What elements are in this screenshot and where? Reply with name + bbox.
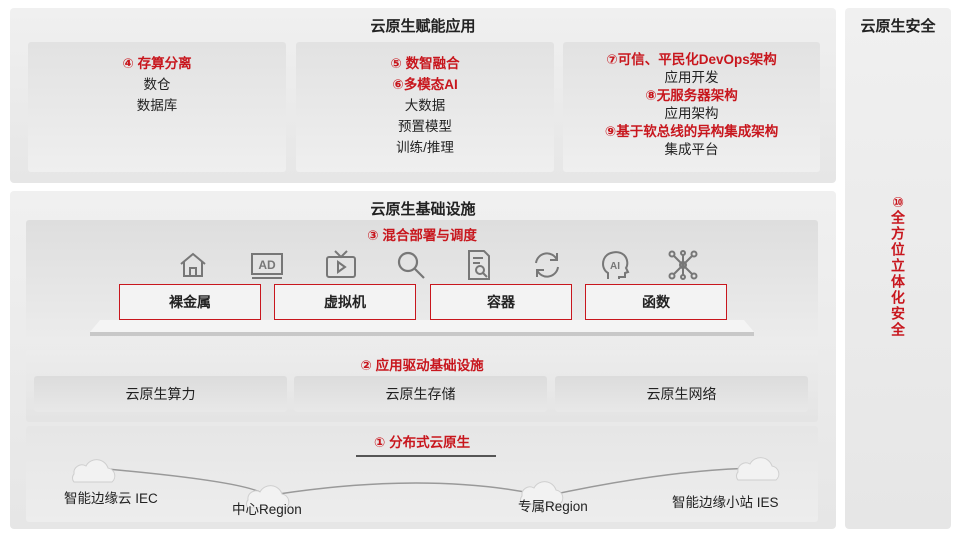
- architecture-item: 应用开发: [664, 70, 719, 85]
- app-driven-title: ② 应用驱动基础设施: [360, 358, 484, 373]
- container-box: 容器: [430, 284, 572, 320]
- storage-compute-title: ④ 存算分离: [122, 56, 192, 71]
- item-database: 数据库: [136, 98, 178, 113]
- svg-text:AI: AI: [610, 261, 620, 272]
- architecture-title: ⑨基于软总线的异构集成架构: [604, 124, 779, 139]
- document-search-icon: [462, 248, 496, 282]
- architecture-item: 集成平台: [664, 142, 719, 157]
- network-icon: [666, 248, 700, 282]
- item-big-data: 大数据: [404, 98, 446, 113]
- refresh-icon: [530, 248, 564, 282]
- hybrid-title: ③ 混合部署与调度: [367, 228, 477, 243]
- storage-compute-card: ④ 存算分离 数仓 数据库: [28, 42, 286, 172]
- compute-cell: 云原生算力: [34, 376, 287, 412]
- function-box: 函数: [585, 284, 727, 320]
- home-icon: [176, 248, 210, 282]
- edge-station-ies-label: 智能边缘小站 IES: [672, 495, 779, 510]
- central-region-label: 中心Region: [232, 502, 302, 517]
- edge-cloud-iec-label: 智能边缘云 IEC: [64, 491, 158, 506]
- dedicated-region-label: 专属Region: [518, 499, 588, 514]
- security-number: ⑩: [892, 194, 904, 210]
- network-cell: 云原生网络: [555, 376, 808, 412]
- data-ai-fusion-title: ⑤ 数智融合: [390, 56, 460, 71]
- ad-icon: AD: [250, 248, 284, 282]
- item-data-warehouse: 数仓: [143, 77, 171, 92]
- virtual-machine-box: 虚拟机: [274, 284, 416, 320]
- ai-head-icon: AI: [598, 248, 632, 282]
- architecture-title: ⑧无服务器架构: [645, 88, 738, 103]
- app-enablement-title: 云原生赋能应用: [370, 18, 476, 35]
- multimodal-ai-title: ⑥多模态AI: [392, 77, 458, 92]
- storage-cell: 云原生存储: [294, 376, 547, 412]
- architecture-item: 应用架构: [664, 106, 719, 121]
- architecture-title: ⑦可信、平民化DevOps架构: [606, 52, 777, 67]
- bare-metal-box: 裸金属: [119, 284, 261, 320]
- search-icon: [394, 248, 428, 282]
- architecture-card: ⑦可信、平民化DevOps架构 应用开发 ⑧无服务器架构 应用架构 ⑨基于软总线的异构集…: [563, 42, 820, 172]
- infra-title: 云原生基础设施: [370, 201, 476, 218]
- tv-icon: [324, 248, 358, 282]
- item-training-inference: 训练/推理: [396, 140, 454, 155]
- data-ai-card: ⑤ 数智融合 ⑥多模态AI 大数据 预置模型 训练/推理: [296, 42, 554, 172]
- security-vertical-text: 全方位立体化安全: [890, 210, 906, 338]
- svg-text:AD: AD: [258, 258, 276, 272]
- security-title: 云原生安全: [860, 18, 936, 35]
- item-pretrained-model: 预置模型: [398, 119, 452, 134]
